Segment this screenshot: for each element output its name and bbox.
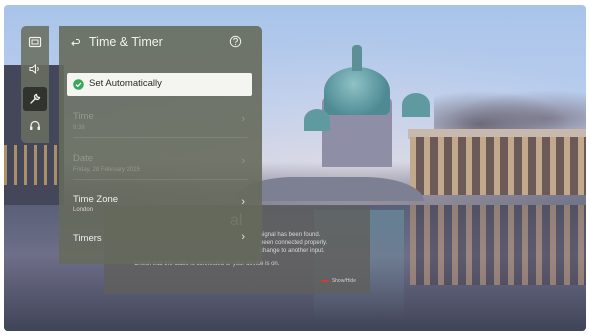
city-lights [4, 145, 64, 185]
settings-category-rail [21, 26, 49, 143]
picture-icon [28, 36, 42, 48]
time-timer-panel: Time & Timer Set Automatically Time 9:38… [59, 26, 262, 264]
time-zone-label: Time Zone [73, 194, 119, 205]
date-label: Date [73, 153, 94, 164]
rail-item-sound[interactable] [23, 57, 47, 81]
show-hide-label: Show/Hide [331, 278, 356, 284]
speaker-icon [29, 63, 39, 75]
time-zone-setting[interactable]: Time Zone London › [68, 188, 253, 222]
rail-item-picture[interactable] [23, 30, 47, 54]
help-icon[interactable] [229, 35, 242, 48]
chevron-right-icon: › [241, 231, 245, 243]
time-zone-value: London [73, 207, 94, 213]
check-circle-icon [73, 79, 84, 90]
rail-item-general[interactable] [23, 87, 47, 111]
bridge [234, 177, 424, 201]
time-setting: Time 9:38 › [68, 104, 253, 138]
headset-icon [30, 120, 40, 130]
date-value: Friday, 28 February 2025 [73, 167, 140, 173]
tv-screen: al signal has been found. been connected… [4, 5, 586, 331]
chevron-right-icon: › [241, 113, 245, 125]
cathedral-small-dome [402, 93, 430, 117]
colonnade [410, 137, 586, 195]
time-value: 9:38 [73, 125, 85, 131]
time-label: Time [73, 111, 94, 122]
date-setting: Date Friday, 28 February 2025 › [68, 146, 253, 180]
timers-setting[interactable]: Timers › [68, 228, 253, 252]
page-title: Time & Timer [89, 35, 163, 49]
wrench-icon [30, 93, 41, 104]
notification-text: signal has been found. [260, 232, 321, 238]
set-automatically-toggle[interactable]: Set Automatically [67, 73, 252, 96]
timers-label: Timers [73, 233, 102, 244]
cathedral-lantern [352, 45, 362, 71]
cathedral-dome [324, 67, 390, 115]
panel-header: Time & Timer [59, 26, 262, 66]
rail-item-support[interactable] [23, 114, 47, 138]
show-hide-button[interactable]: Show/Hide [320, 278, 356, 284]
colonnade-reflection [410, 205, 586, 285]
notification-text: change to another input. [260, 248, 325, 254]
divider [73, 137, 248, 138]
chevron-right-icon: › [241, 155, 245, 167]
divider [73, 179, 248, 180]
chevron-right-icon: › [241, 196, 245, 208]
set-automatically-label: Set Automatically [89, 78, 162, 89]
red-key-icon [320, 280, 329, 282]
cathedral-small-dome [304, 109, 330, 131]
notification-text: been connected properly. [260, 240, 328, 246]
back-arrow-icon[interactable] [69, 37, 81, 49]
